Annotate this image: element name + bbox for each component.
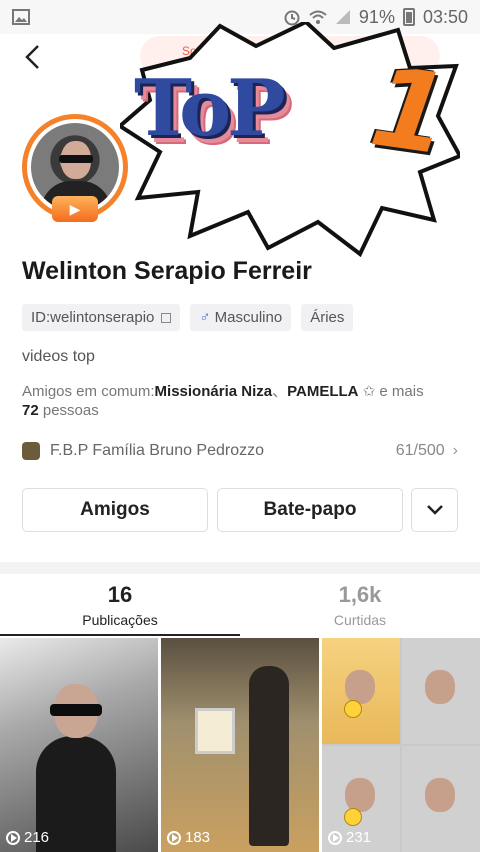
star-icon: ✩ bbox=[362, 383, 376, 400]
user-id-tag[interactable]: ID:welintonserapio bbox=[22, 304, 181, 331]
chevron-right-icon: › bbox=[452, 442, 458, 459]
back-arrow-icon[interactable] bbox=[18, 42, 48, 72]
profile-tags: ID:welintonserapio ♂ Masculino Áries bbox=[22, 304, 354, 331]
top-sticker-text: ToP bbox=[134, 63, 286, 154]
section-divider bbox=[0, 562, 480, 574]
video-grid: 216 183 231 bbox=[0, 638, 480, 852]
bio-text: videos top bbox=[22, 348, 95, 365]
view-count: 231 bbox=[328, 829, 371, 846]
gender-tag: ♂ Masculino bbox=[190, 304, 292, 331]
video-thumbnail[interactable]: 183 bbox=[161, 638, 319, 852]
male-icon: ♂ bbox=[199, 309, 211, 326]
zodiac-tag: Áries bbox=[301, 304, 354, 331]
active-tab-indicator bbox=[0, 634, 240, 636]
play-icon bbox=[6, 830, 20, 845]
mutual-suffix: e mais bbox=[375, 383, 424, 400]
family-row[interactable]: F.B.P Família Bruno Pedrozzo 61/500 › bbox=[22, 438, 458, 464]
profile-screen: 91% 03:50 Solici ▶ S ToP 1 Welinton Sera… bbox=[0, 0, 480, 852]
user-id-text: ID:welintonserapio bbox=[31, 309, 155, 326]
chat-button[interactable]: Bate-papo bbox=[217, 488, 403, 532]
gallery-notification-icon bbox=[12, 9, 30, 25]
view-count: 216 bbox=[6, 829, 49, 846]
mutual-prefix: Amigos em comum: bbox=[22, 383, 155, 400]
mutual-suffix-2: pessoas bbox=[38, 402, 99, 419]
view-count-text: 216 bbox=[24, 829, 50, 846]
mutual-friend-2: PAMELLA bbox=[287, 383, 359, 400]
likes-label: Curtidas bbox=[333, 612, 387, 628]
family-count: 61/500 bbox=[395, 442, 445, 459]
likes-count: 1,6k bbox=[338, 582, 382, 607]
copy-icon[interactable] bbox=[161, 312, 172, 323]
play-icon bbox=[328, 830, 342, 845]
friends-button[interactable]: Amigos bbox=[22, 488, 208, 532]
publications-label: Publicações bbox=[82, 612, 158, 628]
mutual-count: 72 bbox=[22, 402, 39, 419]
play-icon bbox=[167, 830, 181, 845]
family-name: F.B.P Família Bruno Pedrozzo bbox=[50, 442, 265, 459]
view-count-text: 183 bbox=[185, 829, 211, 846]
mutual-separator: 、 bbox=[272, 383, 288, 400]
more-options-button[interactable] bbox=[411, 488, 458, 532]
chevron-down-icon bbox=[426, 505, 443, 515]
family-icon bbox=[22, 442, 40, 460]
tab-publications[interactable]: 16 Publicações bbox=[0, 582, 240, 636]
gender-text: Masculino bbox=[214, 309, 283, 326]
view-count-text: 231 bbox=[346, 829, 372, 846]
mutual-friend-1: Missionária Niza bbox=[154, 383, 273, 400]
view-count: 183 bbox=[167, 829, 210, 846]
profile-name: Welinton Serapio Ferreir bbox=[22, 257, 312, 285]
tab-likes[interactable]: 1,6k Curtidas bbox=[240, 582, 480, 636]
live-badge-icon: ▶ bbox=[52, 196, 98, 222]
video-thumbnail[interactable]: 231 bbox=[322, 638, 480, 852]
mutual-friends[interactable]: Amigos em comum:Missionária Niza、PAMELLA… bbox=[22, 382, 462, 420]
video-thumbnail[interactable]: 216 bbox=[0, 638, 158, 852]
zodiac-text: Áries bbox=[310, 309, 345, 326]
publications-count: 16 bbox=[107, 582, 133, 607]
number-one-sticker: 1 bbox=[363, 42, 458, 180]
